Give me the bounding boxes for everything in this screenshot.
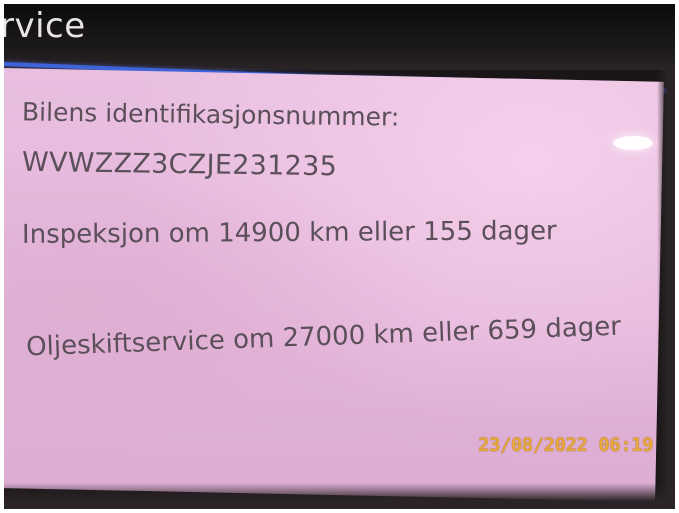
- vin-value: WVWZZZ3CZJE231235: [21, 146, 338, 183]
- screen-header: rvice: [4, 4, 675, 70]
- vin-label: Bilens identifikasjonsnummer:: [21, 97, 400, 132]
- photo-timestamp: 23/08/2022 06:19: [478, 434, 654, 456]
- page-title: rvice: [4, 6, 86, 46]
- photo-frame: rvice Bilens identifikasjonsnummer: WVWZ…: [4, 4, 675, 509]
- screen-bezel-bottom: [4, 483, 675, 509]
- screen-bezel-right: [657, 64, 675, 509]
- light-glare: [613, 136, 653, 150]
- inspection-info: Inspeksjon om 14900 km eller 155 dager: [21, 216, 557, 250]
